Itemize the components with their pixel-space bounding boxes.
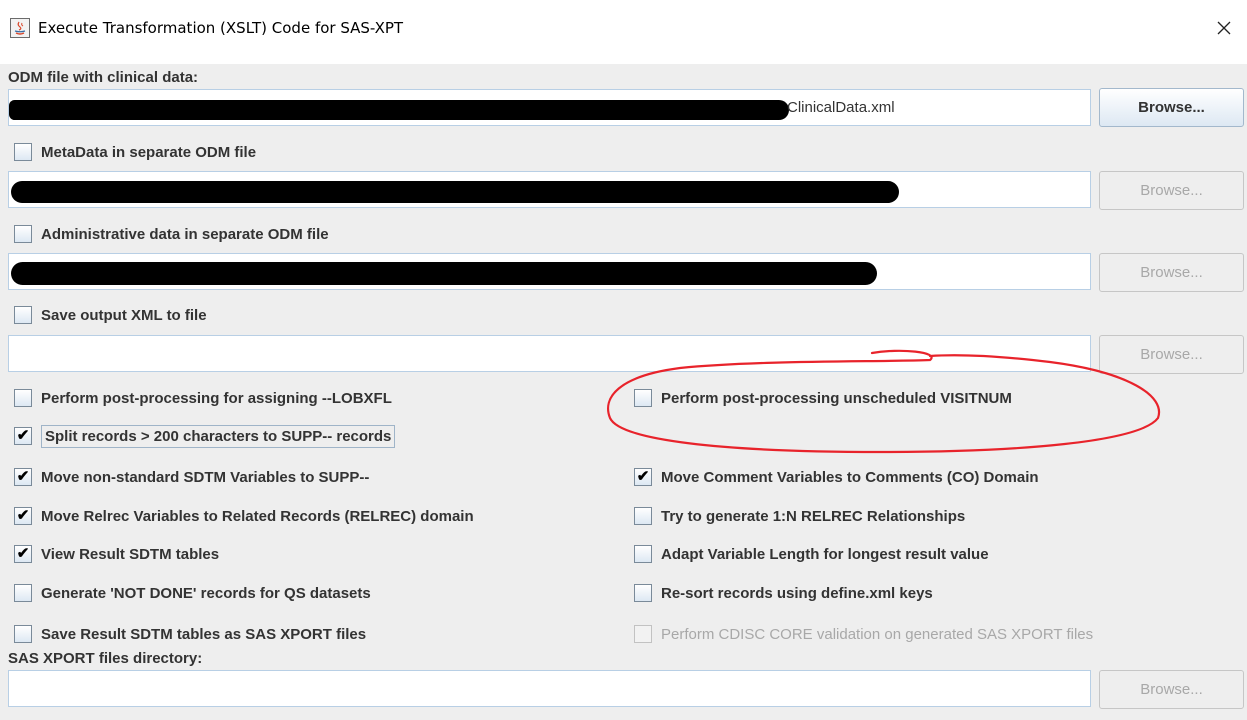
option-move-comments[interactable]: ✔ Move Comment Variables to Comments (CO… bbox=[634, 466, 1039, 488]
checkmark-icon: ✔ bbox=[14, 427, 32, 445]
close-button[interactable] bbox=[1201, 10, 1247, 46]
option-label: Re-sort records using define.xml keys bbox=[661, 584, 933, 602]
title-bar: Execute Transformation (XSLT) Code for S… bbox=[0, 0, 1247, 64]
xport-browse-button[interactable]: Browse... bbox=[1099, 670, 1244, 709]
admin-data-checkbox-label: Administrative data in separate ODM file bbox=[41, 225, 329, 243]
xport-dir-input[interactable] bbox=[8, 670, 1091, 707]
option-checkbox-box bbox=[14, 389, 32, 407]
option-label: Move non-standard SDTM Variables to SUPP… bbox=[41, 468, 370, 486]
window-title: Execute Transformation (XSLT) Code for S… bbox=[38, 19, 404, 37]
checkmark-icon: ✔ bbox=[14, 507, 32, 525]
save-output-xml-checkbox[interactable]: Save output XML to file bbox=[14, 304, 207, 326]
option-cdisc-core[interactable]: Perform CDISC CORE validation on generat… bbox=[634, 623, 1093, 645]
option-lobxfl[interactable]: Perform post-processing for assigning --… bbox=[14, 387, 392, 409]
option-checkbox-box bbox=[14, 584, 32, 602]
option-not-done-records[interactable]: Generate 'NOT DONE' records for QS datas… bbox=[14, 582, 371, 604]
admin-data-checkbox[interactable]: Administrative data in separate ODM file bbox=[14, 223, 329, 245]
option-label: Move Comment Variables to Comments (CO) … bbox=[661, 468, 1039, 486]
option-checkbox-box bbox=[14, 625, 32, 643]
option-label: Perform post-processing for assigning --… bbox=[41, 389, 392, 407]
option-checkbox-box bbox=[634, 507, 652, 525]
metadata-browse-button[interactable]: Browse... bbox=[1099, 171, 1244, 210]
option-view-results[interactable]: ✔ View Result SDTM tables bbox=[14, 543, 219, 565]
admin-browse-button[interactable]: Browse... bbox=[1099, 253, 1244, 292]
output-browse-button[interactable]: Browse... bbox=[1099, 335, 1244, 374]
redaction-mark bbox=[11, 262, 877, 285]
output-xml-input[interactable] bbox=[8, 335, 1091, 372]
clinical-browse-button[interactable]: Browse... bbox=[1099, 88, 1244, 127]
save-output-xml-checkbox-label: Save output XML to file bbox=[41, 306, 207, 324]
option-label: Try to generate 1:N RELREC Relationships bbox=[661, 507, 966, 525]
option-checkbox-box bbox=[634, 625, 652, 643]
option-label: Adapt Variable Length for longest result… bbox=[661, 545, 989, 563]
clinical-data-input[interactable]: ClinicalData.xml bbox=[8, 89, 1091, 126]
option-checkbox-box bbox=[634, 389, 652, 407]
option-relrec-1n[interactable]: Try to generate 1:N RELREC Relationships bbox=[634, 505, 965, 527]
redaction-mark bbox=[9, 100, 789, 120]
option-checkbox-box bbox=[634, 545, 652, 563]
xport-dir-label: SAS XPORT files directory: bbox=[8, 650, 203, 667]
close-icon bbox=[1217, 21, 1231, 35]
metadata-checkbox[interactable]: MetaData in separate ODM file bbox=[14, 141, 256, 163]
option-label: Generate 'NOT DONE' records for QS datas… bbox=[41, 584, 371, 602]
admin-data-input[interactable] bbox=[8, 253, 1091, 290]
checkmark-icon: ✔ bbox=[14, 468, 32, 486]
option-unscheduled-visitnum[interactable]: Perform post-processing unscheduled VISI… bbox=[634, 387, 1012, 409]
java-icon bbox=[10, 18, 30, 38]
metadata-input[interactable] bbox=[8, 171, 1091, 208]
option-split-records[interactable]: ✔ Split records > 200 characters to SUPP… bbox=[14, 424, 396, 448]
option-label: View Result SDTM tables bbox=[41, 545, 220, 563]
option-label: Split records > 200 characters to SUPP--… bbox=[41, 424, 396, 448]
checkmark-icon: ✔ bbox=[14, 545, 32, 563]
option-save-xport[interactable]: Save Result SDTM tables as SAS XPORT fil… bbox=[14, 623, 366, 645]
option-label: Move Relrec Variables to Related Records… bbox=[41, 507, 474, 525]
checkmark-icon: ✔ bbox=[634, 468, 652, 486]
metadata-checkbox-label: MetaData in separate ODM file bbox=[41, 143, 257, 161]
option-move-relrec[interactable]: ✔ Move Relrec Variables to Related Recor… bbox=[14, 505, 474, 527]
save-output-xml-checkbox-box bbox=[14, 306, 32, 324]
option-resort-records[interactable]: Re-sort records using define.xml keys bbox=[634, 582, 933, 604]
option-label: Perform CDISC CORE validation on generat… bbox=[661, 625, 1094, 643]
option-move-nonstandard[interactable]: ✔ Move non-standard SDTM Variables to SU… bbox=[14, 466, 369, 488]
option-label: Perform post-processing unscheduled VISI… bbox=[661, 389, 1012, 407]
clinical-data-label: ODM file with clinical data: bbox=[8, 69, 199, 86]
admin-data-checkbox-box bbox=[14, 225, 32, 243]
option-label: Save Result SDTM tables as SAS XPORT fil… bbox=[41, 625, 367, 643]
option-checkbox-box bbox=[634, 584, 652, 602]
metadata-checkbox-box bbox=[14, 143, 32, 161]
option-adapt-length[interactable]: Adapt Variable Length for longest result… bbox=[634, 543, 989, 565]
redaction-mark bbox=[11, 181, 899, 203]
dialog-content: ODM file with clinical data: ClinicalDat… bbox=[0, 64, 1247, 720]
clinical-data-value: ClinicalData.xml bbox=[787, 99, 895, 116]
